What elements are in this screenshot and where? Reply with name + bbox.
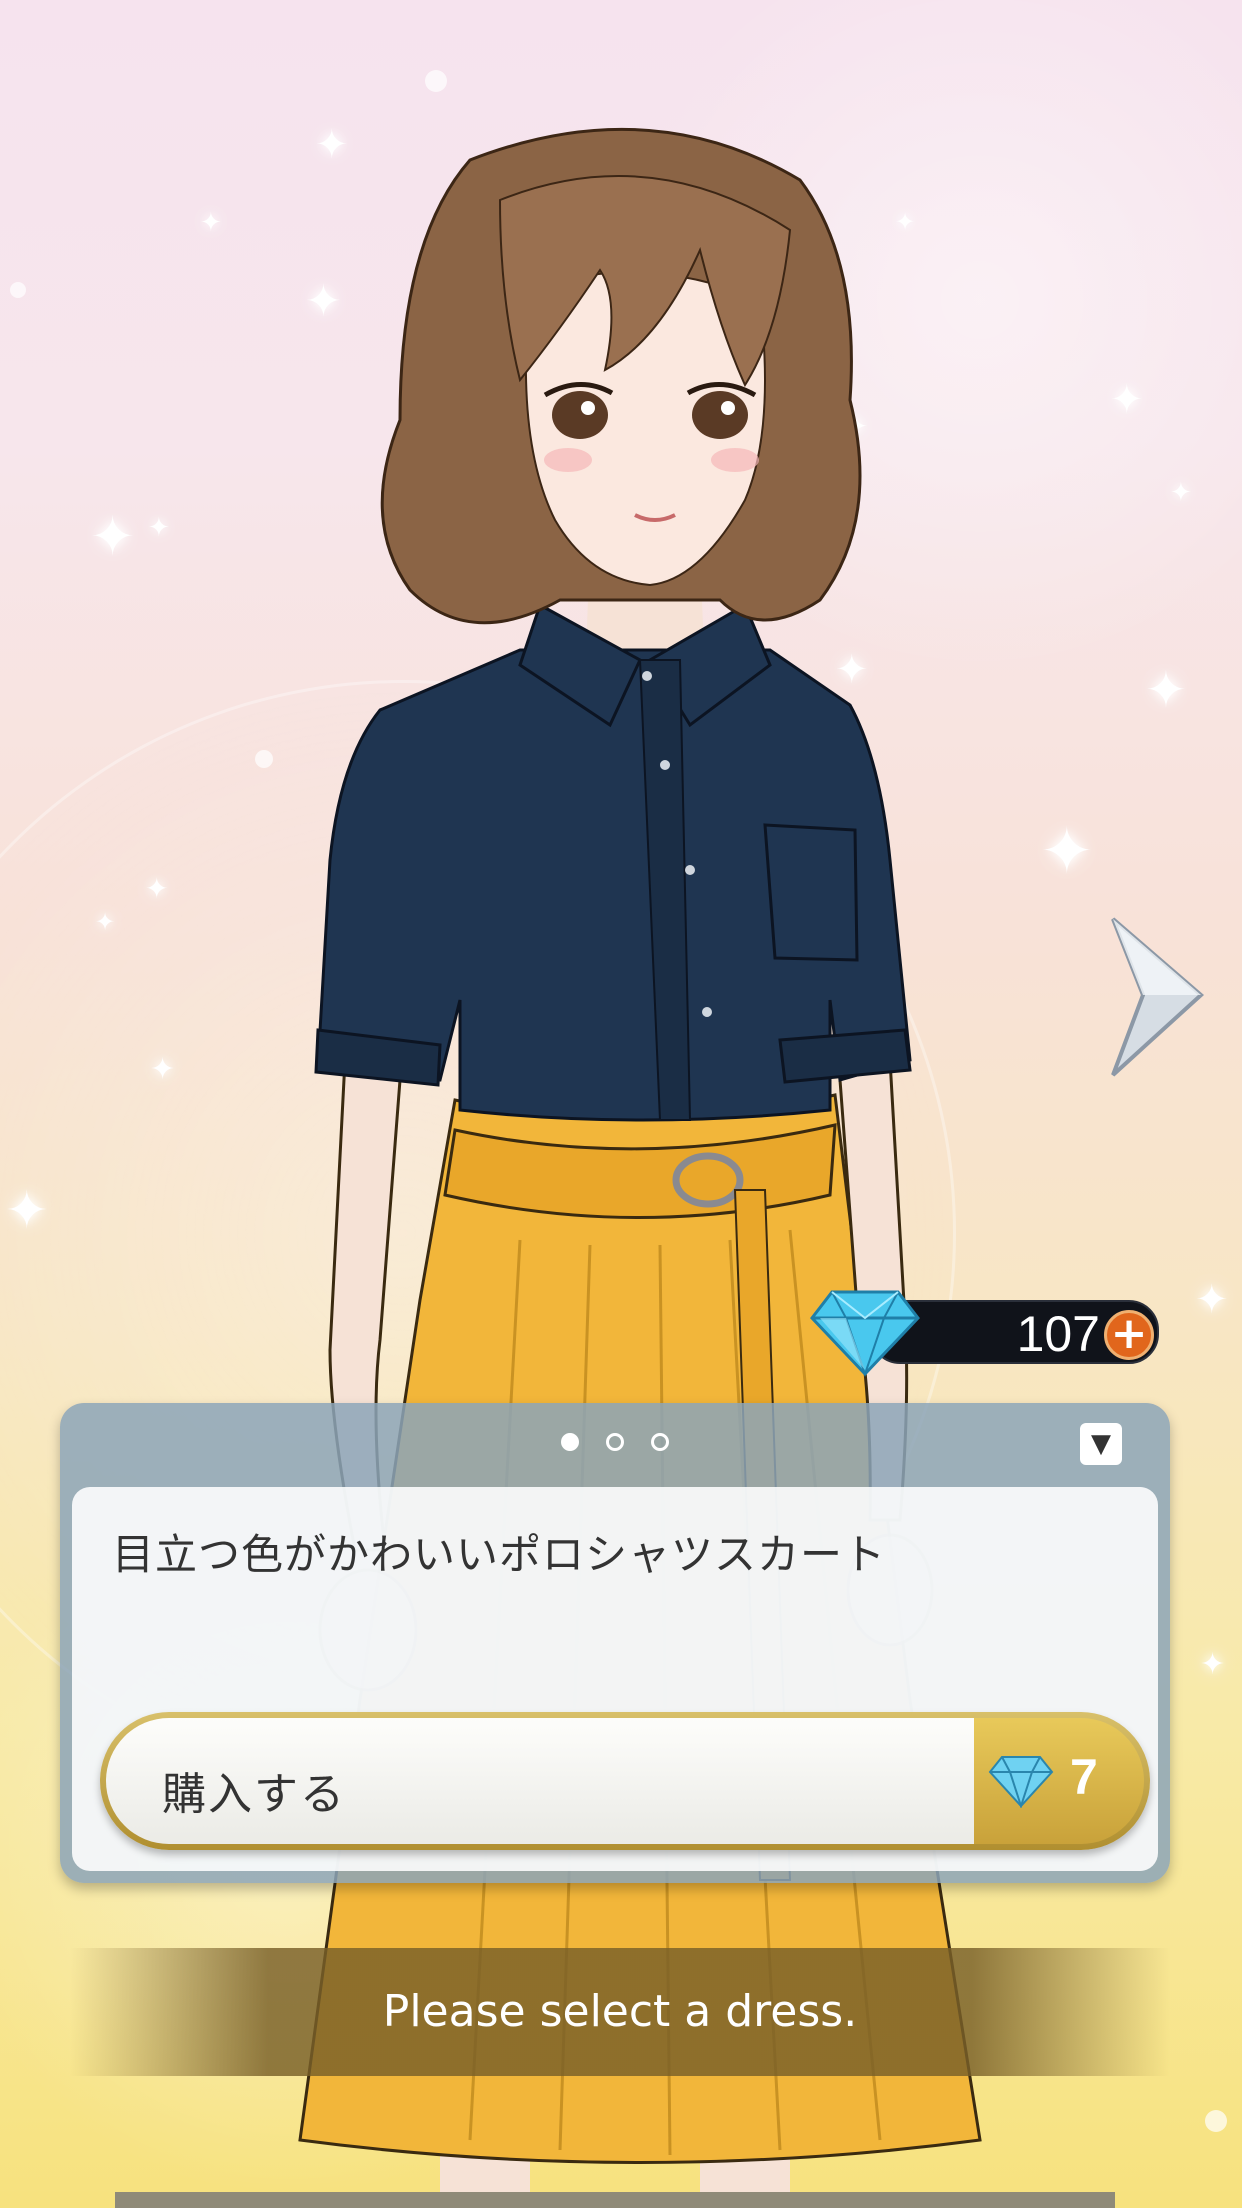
add-gems-button[interactable]: + — [1104, 1310, 1154, 1360]
instruction-message: Please select a dress. — [382, 1986, 858, 2037]
page-indicator — [60, 1433, 1170, 1459]
item-description: 目立つ色がかわいいポロシャツスカート — [112, 1530, 887, 1579]
price-area: 7 — [974, 1718, 1144, 1844]
price: 7 — [1070, 1749, 1098, 1805]
gem-count: 107 — [1016, 1306, 1100, 1362]
gem-icon — [810, 1290, 920, 1377]
page-dot[interactable] — [606, 1433, 624, 1451]
collapse-panel-button[interactable]: ▼ — [1080, 1423, 1122, 1465]
dressup-scene: ✦ ✦ ✦ ✦ ✦ ✦ ✦ ✦ ✦ ✦ ✦ ✦ ✦ ✦ ✦ ✦ ✦ ✦ — [0, 0, 1242, 2208]
next-arrow-button[interactable] — [1105, 915, 1205, 1080]
page-dot[interactable] — [651, 1433, 670, 1451]
gem-icon — [988, 1756, 1054, 1808]
bottom-strip — [115, 2192, 1115, 2208]
page-dot-active[interactable] — [560, 1433, 579, 1451]
message-bar: Please select a dress. — [70, 1948, 1170, 2076]
gem-counter: 107 + — [810, 1282, 1160, 1377]
item-description-box: 目立つ色がかわいいポロシャツスカート 購入する 7 — [72, 1487, 1158, 1871]
buy-button-label-area: 購入する — [106, 1718, 974, 1844]
buy-label: 購入する — [162, 1769, 346, 1820]
item-panel: ▼ 目立つ色がかわいいポロシャツスカート 購入する 7 — [60, 1403, 1170, 1883]
buy-button[interactable]: 購入する 7 — [100, 1712, 1150, 1850]
